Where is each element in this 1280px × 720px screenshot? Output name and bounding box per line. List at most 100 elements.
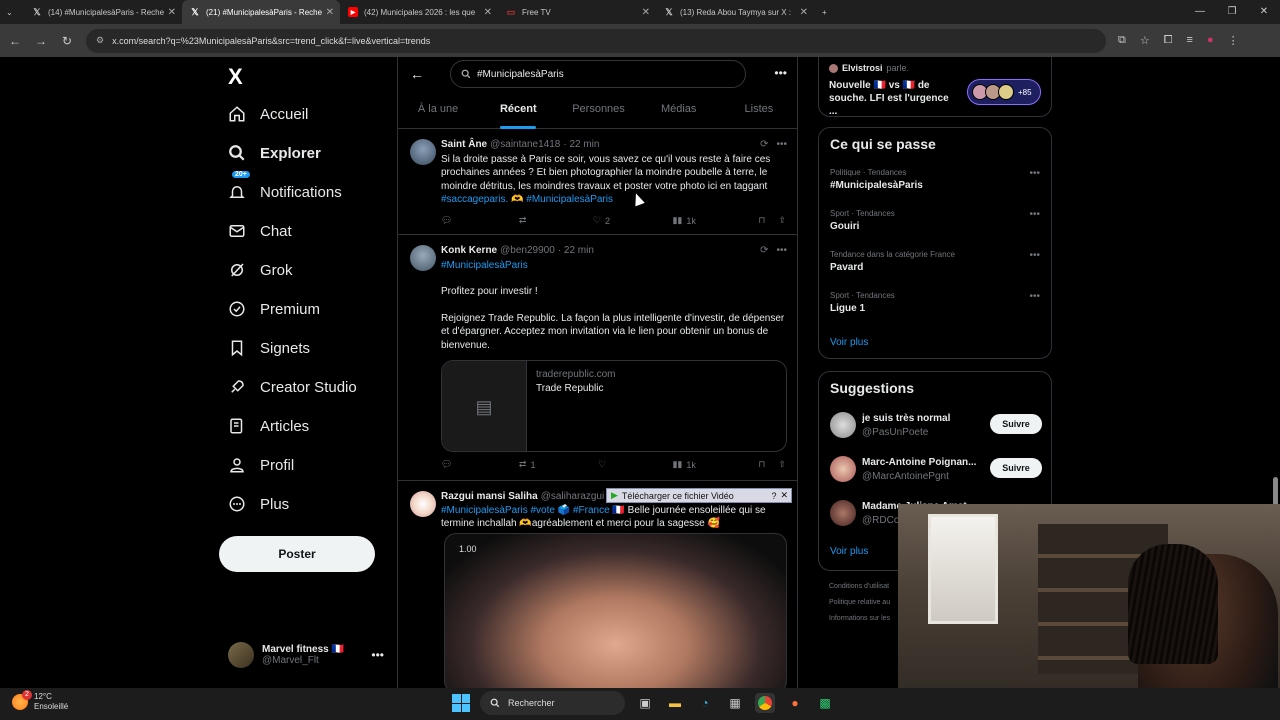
tweet-video[interactable]: 1.00 (444, 533, 787, 688)
tab-lists[interactable]: Listes (719, 101, 797, 129)
tweet-author-name[interactable]: Razgui mansi Saliha (441, 491, 538, 502)
windows-start-icon[interactable] (452, 694, 470, 712)
nav-home[interactable]: Accueil (228, 105, 308, 123)
more-dots-icon[interactable]: ••• (776, 139, 787, 150)
browser-tab[interactable]: ▭ Free TV ✕ (498, 0, 656, 24)
tweet[interactable]: Razgui mansi Saliha @saliharazgui ▶ Télé… (398, 481, 797, 688)
tweet-hashtag[interactable]: #MunicipalesàParis (441, 259, 786, 272)
retweet-button[interactable]: ⇄ 1 (519, 459, 536, 470)
tab-top[interactable]: À la une (398, 101, 478, 129)
more-dots-icon[interactable]: ••• (1029, 291, 1040, 302)
star-icon[interactable]: ☆ (1140, 34, 1150, 47)
more-dots-icon[interactable]: ••• (371, 648, 384, 662)
tweet-author-name[interactable]: Konk Kerne (441, 245, 497, 256)
tweet-author-handle[interactable]: @saliharazgui (541, 491, 605, 502)
trend-item[interactable]: Politique · Tendances #MunicipalesàParis… (830, 168, 1040, 191)
profile-icon[interactable]: ● (1207, 34, 1214, 47)
forward-arrow-icon[interactable]: → (34, 34, 48, 48)
help-icon[interactable]: ? (771, 491, 776, 501)
nav-articles[interactable]: Articles (228, 417, 309, 435)
extensions-icon[interactable]: ⧠ (1164, 34, 1173, 47)
more-dots-icon[interactable]: ••• (1029, 209, 1040, 220)
nav-grok[interactable]: Grok (228, 261, 293, 279)
grok-icon[interactable]: ⟳ (760, 139, 768, 150)
retweet-button[interactable]: ⇄ (519, 215, 531, 226)
reload-icon[interactable]: ↻ (60, 34, 74, 48)
tab-latest[interactable]: Récent (478, 101, 558, 129)
legal-link[interactable]: Politique relative au (829, 595, 890, 611)
nav-creator-studio[interactable]: Creator Studio (228, 378, 357, 396)
tweet-hashtags[interactable]: #saccageparis. 🫶 #MunicipalesàParis (441, 194, 613, 205)
browser-tab[interactable]: 𝕏 (14) #MunicipalesàParis - Reche ✕ (24, 0, 182, 24)
back-arrow-icon[interactable]: ← (8, 34, 22, 48)
minimize-icon[interactable]: — (1184, 0, 1216, 24)
share-icon[interactable]: ⇧ (778, 215, 786, 226)
tweet-hashtags[interactable]: #MunicipalesàParis #vote 🗳️ #France 🇫🇷 (441, 505, 625, 516)
close-tab-icon[interactable]: ✕ (800, 7, 808, 18)
back-arrow-icon[interactable]: ← (410, 66, 424, 82)
tweet[interactable]: Konk Kerne @ben29900 · 22 min ⟳ ••• #Muni… (398, 235, 797, 481)
more-dots-icon[interactable]: ••• (776, 245, 787, 256)
share-icon[interactable]: ⇧ (778, 459, 786, 470)
page-scrollbar[interactable] (1273, 477, 1278, 507)
suggestion-item[interactable]: je suis très normal @PasUnPoete Suivre (830, 412, 1042, 442)
nav-explore[interactable]: Explorer (228, 144, 321, 162)
weather-widget[interactable]: 2 12°C Ensoleillé (12, 690, 68, 712)
search-input[interactable]: #MunicipalesàParis (450, 60, 746, 88)
tweet-author-handle[interactable]: @saintane1418 (490, 139, 560, 150)
close-tab-icon[interactable]: ✕ (326, 7, 334, 18)
suggestions-see-more[interactable]: Voir plus (830, 546, 868, 557)
link-card[interactable]: ▤ traderepublic.com Trade Republic (441, 360, 787, 452)
reply-button[interactable]: 💬︎ (441, 459, 456, 470)
suggestion-item[interactable]: Marc-Antoine Poignan... @MarcAntoinePgnt… (830, 456, 1042, 486)
taskbar-search[interactable]: Rechercher (480, 691, 625, 715)
tab-list-button[interactable]: ⌄ (0, 0, 24, 24)
live-space-card[interactable]: Elvistrosi parle. Nouvelle 🇫🇷 vs 🇫🇷 de s… (818, 57, 1052, 117)
browser-tab[interactable]: 𝕏 (13) Reda Abou Taymya sur X : ✕ (656, 0, 814, 24)
follow-button[interactable]: Suivre (990, 414, 1042, 434)
download-video-bar[interactable]: ▶ Télécharger ce fichier Vidéo ? ✕ (606, 488, 792, 503)
nav-chat[interactable]: Chat (228, 222, 292, 240)
file-explorer-icon[interactable]: ▬ (665, 693, 685, 713)
trends-see-more[interactable]: Voir plus (830, 337, 868, 348)
tweet-time[interactable]: · 22 min (558, 245, 594, 256)
install-icon[interactable]: ⧉ (1118, 34, 1126, 47)
post-button[interactable]: Poster (219, 536, 375, 572)
legal-link[interactable]: Informations sur les (829, 611, 890, 627)
chrome-icon[interactable] (755, 693, 775, 713)
url-bar[interactable]: ⚙ x.com/search?q=%23MunicipalesàParis&sr… (86, 28, 1106, 53)
close-tab-icon[interactable]: ✕ (168, 7, 176, 18)
tweet[interactable]: Saint Âne @saintane1418 · 22 min ⟳ ••• Si… (398, 129, 797, 235)
store-icon[interactable]: ▦ (725, 693, 745, 713)
tweet-author-handle[interactable]: @ben29900 (500, 245, 555, 256)
nav-more[interactable]: Plus (228, 495, 289, 513)
bookmark-icon[interactable]: ⊓ (758, 215, 765, 226)
views-button[interactable]: ▮▮ 1k (672, 215, 695, 226)
restore-icon[interactable]: ❐ (1216, 0, 1248, 24)
nav-bookmarks[interactable]: Signets (228, 339, 310, 357)
trend-item[interactable]: Tendance dans la catégorie France Pavard… (830, 250, 1040, 273)
bookmark-icon[interactable]: ⊓ (758, 459, 765, 470)
more-dots-icon[interactable]: ••• (774, 66, 787, 80)
reply-button[interactable]: 💬︎ (441, 215, 456, 226)
tab-media[interactable]: Médias (639, 101, 719, 129)
more-dots-icon[interactable]: ••• (1029, 250, 1040, 261)
x-logo[interactable]: X (228, 64, 243, 90)
close-tab-icon[interactable]: ✕ (484, 7, 492, 18)
more-dots-icon[interactable]: ••• (1029, 168, 1040, 179)
firefox-icon[interactable]: ● (785, 693, 805, 713)
legal-link[interactable]: Conditions d'utilisat (829, 579, 890, 595)
tweet-author-name[interactable]: Saint Âne (441, 139, 487, 150)
close-icon[interactable]: ✕ (780, 490, 791, 501)
nav-premium[interactable]: Premium (228, 300, 320, 318)
close-window-icon[interactable]: ✕ (1248, 0, 1280, 24)
tweet-time[interactable]: · 22 min (563, 139, 599, 150)
nav-profile[interactable]: Profil (228, 456, 294, 474)
site-info-icon[interactable]: ⚙ (96, 35, 104, 46)
space-listeners[interactable]: +85 (967, 79, 1041, 105)
grok-icon[interactable]: ⟳ (760, 245, 768, 256)
browser-tab-active[interactable]: 𝕏 (21) #MunicipalesàParis - Reche ✕ (182, 0, 340, 24)
like-button[interactable]: ♡ 2 (593, 215, 610, 226)
nav-notifications[interactable]: 20+ Notifications (228, 171, 342, 201)
task-view-icon[interactable]: ▣ (635, 693, 655, 713)
